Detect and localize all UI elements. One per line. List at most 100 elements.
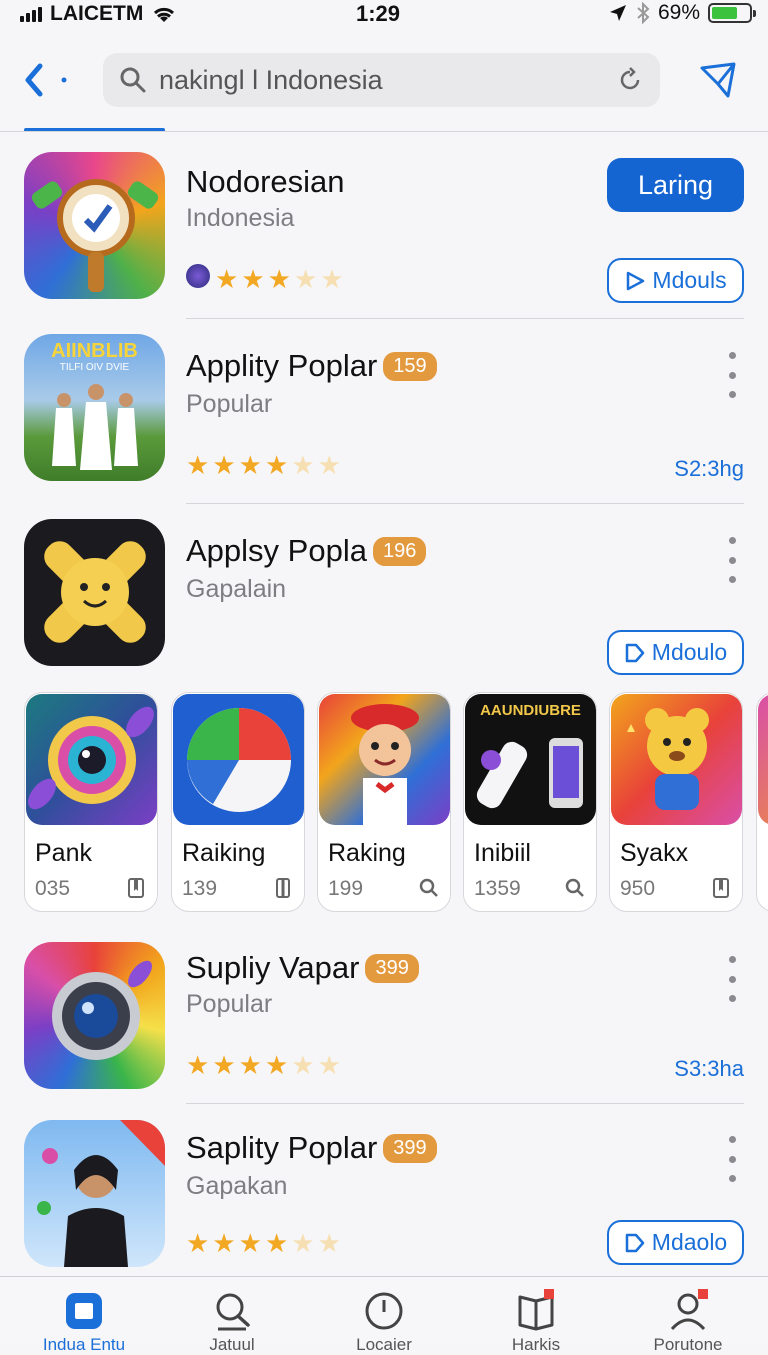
tab-search[interactable]: Jatuul (172, 1285, 292, 1354)
search-icon[interactable] (418, 877, 440, 899)
refresh-icon[interactable] (616, 66, 644, 94)
send-button[interactable] (696, 58, 740, 102)
modules-label: Mdoulo (651, 639, 728, 665)
dot-icon (728, 1155, 736, 1163)
tab-history[interactable]: Locaier (324, 1285, 444, 1354)
app-title: Saplity Poplar 399 (186, 1130, 437, 1166)
card-name: Raiking (182, 839, 266, 867)
tag-icon (625, 643, 645, 662)
phones-illustration (476, 738, 583, 809)
star-icon: ★ (293, 264, 318, 294)
carrier: LAICETM (20, 2, 177, 26)
star-icon: ★ (317, 1050, 341, 1080)
book-icon (518, 1289, 554, 1331)
app-subtitle: Gapalain (186, 575, 287, 603)
bookmark-icon[interactable] (272, 877, 294, 899)
search-bar[interactable] (103, 53, 660, 107)
carousel-card[interactable]: Raiking 139 (171, 692, 305, 912)
more-button[interactable] (720, 956, 744, 1002)
character-illustration (351, 704, 419, 825)
app-icon (24, 152, 165, 299)
chevron-left-icon (25, 63, 67, 97)
back-button[interactable] (22, 56, 76, 104)
dot-icon (728, 371, 736, 379)
developer-icon (186, 264, 210, 288)
more-button[interactable] (720, 352, 744, 398)
modules-button[interactable]: Mdaolo (607, 1220, 744, 1265)
tab-today[interactable]: Indua Entu (24, 1285, 144, 1354)
star-icon: ★ (212, 1228, 236, 1258)
home-icon (66, 1293, 102, 1329)
carousel-card[interactable] (756, 692, 768, 912)
count-badge: 399 (365, 953, 419, 983)
dot-icon (728, 995, 736, 1002)
star-icon: ★ (215, 264, 239, 294)
play-icon (627, 271, 645, 290)
card-count: 1359 (474, 877, 521, 900)
tab-library[interactable]: Harkis (476, 1285, 596, 1354)
carousel-card[interactable]: Raking 199 (317, 692, 451, 912)
bookmark-icon[interactable] (125, 877, 147, 899)
app-subtitle: Gapakan (186, 1172, 288, 1200)
people-illustration (52, 384, 138, 470)
featured-app-row[interactable]: Nodoresian Indonesia ★ ★ ★ ★ ★ Laring Mdouls (0, 152, 768, 318)
bookmark-icon[interactable] (710, 877, 732, 899)
star-icon: ★ (291, 1050, 315, 1080)
clock: 1:29 (356, 1, 401, 26)
more-button[interactable] (720, 1136, 744, 1182)
get-button[interactable]: Laring (607, 158, 744, 212)
star-icon: ★ (320, 264, 344, 294)
status-bar: LAICETM 1:29 69% (0, 0, 768, 30)
tag-icon (625, 1233, 645, 1252)
carrier-name: LAICETM (50, 2, 144, 25)
app-row[interactable]: Saplity Poplar 399 Gapakan ★ ★ ★ ★ ★ ★ Mdaolo (0, 1120, 768, 1270)
card-name: Inibiil (474, 839, 531, 867)
modules-button[interactable]: Mdoulo (607, 630, 744, 675)
star-icon: ★ (291, 450, 315, 480)
star-icon: ★ (238, 450, 262, 480)
more-button[interactable] (720, 537, 744, 583)
app-row[interactable]: AIINBLIB TILFI OIV DVIE Applity Poplar 15… (0, 334, 768, 504)
person-illustration (37, 1120, 165, 1267)
dot-icon (728, 391, 736, 398)
dot-icon (728, 1175, 736, 1182)
dot-icon (728, 956, 736, 963)
app-carousel[interactable]: Pank 035 Raiking 139 Raking 199 AAUNDIUB… (0, 692, 768, 914)
app-title: Nodoresian (186, 164, 345, 200)
carousel-card[interactable]: Pank 035 (24, 692, 158, 912)
tab-profile[interactable]: Porutone (628, 1285, 748, 1354)
app-row[interactable]: Applsy Popla 196 Gapalain Mdoulo (0, 519, 768, 679)
tab-bar: Indua Entu Jatuul Locaier Harkis Poruton… (0, 1276, 768, 1354)
carousel-card[interactable]: AAUNDIUBRE Inibiil 1359 (463, 692, 597, 912)
search-input[interactable] (159, 64, 616, 96)
app-title: Applsy Popla 196 (186, 533, 427, 569)
star-icon: ★ (212, 1050, 236, 1080)
carousel-card[interactable]: Syakx 950 (609, 692, 743, 912)
app-size: S3:3ha (674, 1056, 744, 1081)
star-icon: ★ (291, 1228, 315, 1258)
ball-icon (187, 708, 291, 812)
star-icon: ★ (264, 1050, 289, 1080)
card-art: AAUNDIUBRE (465, 694, 596, 825)
app-icon (24, 942, 165, 1089)
app-subtitle: Indonesia (186, 204, 295, 232)
card-count: 139 (182, 877, 218, 900)
card-art (611, 694, 742, 825)
wifi-icon (154, 7, 175, 22)
tab-label: Indua Entu (42, 1335, 126, 1354)
search-icon[interactable] (564, 877, 586, 899)
card-art (26, 694, 157, 825)
app-subtitle: Popular (186, 390, 273, 418)
modules-label: Mdouls (652, 267, 727, 293)
dot-icon (728, 556, 736, 564)
modules-button[interactable]: Mdouls (607, 258, 744, 303)
camera-lens-icon (28, 706, 154, 810)
dot-icon (728, 975, 736, 983)
star-icon: ★ (186, 1228, 210, 1258)
app-row[interactable]: Supliy Vapar 399 Popular ★ ★ ★ ★ ★ ★ S3:3ha (0, 942, 768, 1102)
star-icon: ★ (212, 450, 236, 480)
tab-label: Locaier (356, 1335, 412, 1354)
modules-label: Mdaolo (651, 1229, 728, 1255)
card-name: Syakx (620, 839, 689, 867)
battery-percent: 69% (657, 1, 700, 24)
